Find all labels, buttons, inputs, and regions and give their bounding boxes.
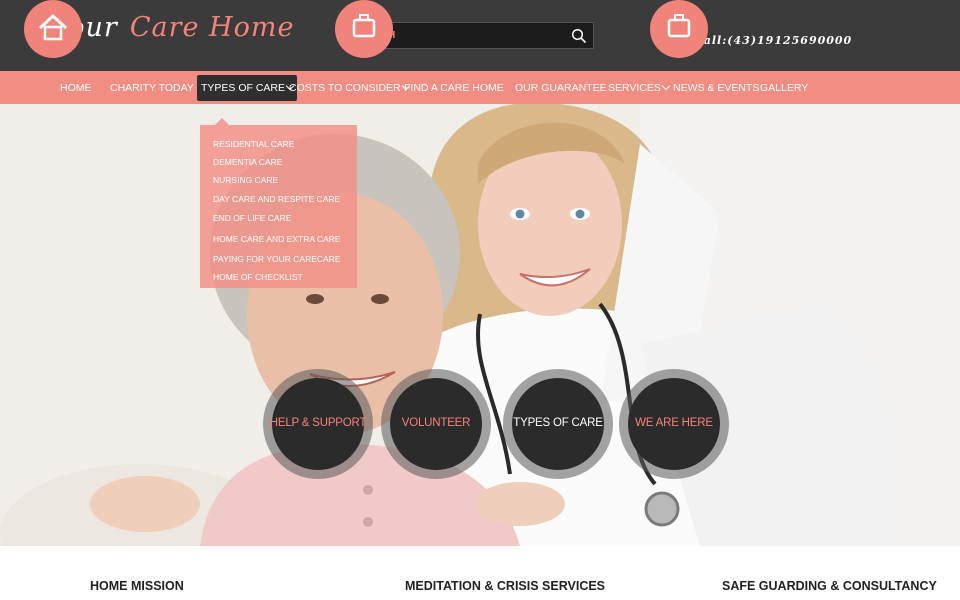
hero-photo [0,104,960,546]
volunteer-label: VOLUNTEER [401,417,471,429]
types-of-care-label: TYPES OF CARE [513,417,603,429]
nav-services[interactable]: SERVICES [608,81,671,94]
dropdown-item-home-care-extra-care[interactable]: HOME CARE AND EXTRA CARE [213,234,341,244]
types-of-care-dropdown: RESIDENTIAL CARE DEMENTIA CARE NURSING C… [200,125,357,288]
main-nav: HOME CHARITY TODAY TYPES OF CARE COSTS T… [0,71,960,104]
phone-number: Call:(43)19125690000 [694,34,853,47]
site-header: yourCare Home Call:(43)19125690000 [0,0,960,71]
nav-home[interactable]: HOME [60,82,92,94]
volunteer-button[interactable]: VOLUNTEER [381,369,491,479]
nav-costs-to-consider[interactable]: COSTS TO CONSIDER [289,81,410,94]
nav-services-label: SERVICES [608,82,661,94]
feature-title-safe-guarding[interactable]: SAFE GUARDING & CONSULTANCY [722,579,937,593]
site-logo[interactable]: your Care Home [52,12,294,43]
nav-news-events[interactable]: NEWS & EVENTS [673,82,759,94]
dropdown-item-dementia-care[interactable]: DEMENTIA CARE [213,157,282,167]
dropdown-item-day-care-respite[interactable]: DAY CARE AND RESPITE CARE [213,194,340,204]
nav-charity-today[interactable]: CHARITY TODAY [110,82,194,94]
dropdown-item-nursing-care[interactable]: NURSING CARE [213,175,278,185]
medical-kit-icon [650,0,708,58]
nav-find-a-care-home[interactable]: FIND A CARE HOME [404,82,504,94]
dropdown-item-home-checklist[interactable]: HOME OF CHECKLIST [213,272,303,282]
nav-costs-label: COSTS TO CONSIDER [289,82,401,94]
we-are-here-label: WE ARE HERE [635,417,713,429]
dropdown-item-end-of-life-care[interactable]: END OF LIFE CARE [213,213,291,223]
feature-title-home-mission[interactable]: HOME MISSION [90,579,184,593]
nav-our-guarantee[interactable]: OUR GUARANTEE [515,82,607,94]
logo-word-care-home: Care Home [129,12,295,43]
dropdown-item-residential-care[interactable]: RESIDENTIAL CARE [213,139,294,149]
help-support-label: HELP & SUPPORT [269,417,367,429]
hero-banner [0,104,960,546]
house-icon [24,0,82,58]
dropdown-pointer [215,118,229,125]
help-support-button[interactable]: HELP & SUPPORT [263,369,373,479]
nav-gallery[interactable]: GALLERY [760,82,808,94]
feature-title-meditation-crisis[interactable]: MEDITATION & CRISIS SERVICES [405,579,605,593]
nav-types-of-care-label: TYPES OF CARE [201,82,286,94]
medical-kit-icon [335,0,393,58]
we-are-here-button[interactable]: WE ARE HERE [619,369,729,479]
search-icon[interactable] [571,28,587,44]
chevron-down-icon [661,81,671,91]
nav-types-of-care[interactable]: TYPES OF CARE [197,75,298,101]
types-of-care-button[interactable]: TYPES OF CARE [503,369,613,479]
dropdown-item-paying-for-care[interactable]: PAYING FOR YOUR CARECARE [213,254,341,264]
